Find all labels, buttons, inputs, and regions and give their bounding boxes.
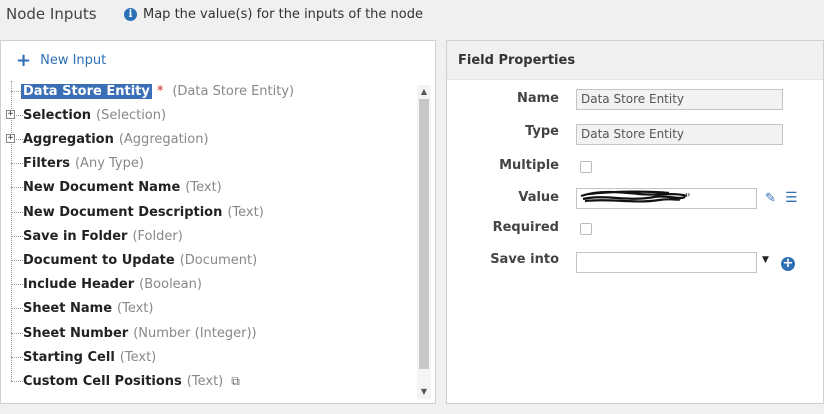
- tree-item-type: (Text): [119, 349, 157, 365]
- tree-item-name: Sheet Name: [23, 301, 113, 317]
- tree-item-name: New Document Description: [23, 204, 223, 220]
- save-into-label: Save into: [490, 252, 559, 267]
- required-checkbox[interactable]: [580, 223, 592, 235]
- tree-item-name: Document to Update: [23, 252, 175, 268]
- tree-item-type: (Selection): [96, 107, 167, 123]
- tree-item-name: Custom Cell Positions: [23, 373, 182, 389]
- tree-connector: [11, 356, 23, 358]
- tree-item-type: (Any Type): [74, 156, 144, 172]
- tree-item[interactable]: Custom Cell Positions (Text) ⧉: [1, 371, 240, 391]
- field-properties-header: Field Properties: [447, 41, 823, 80]
- tree-scrollbar[interactable]: ▲ ▼: [417, 85, 431, 399]
- multiple-checkbox[interactable]: [580, 161, 592, 173]
- expand-icon[interactable]: +: [6, 134, 15, 144]
- tree-item-type: (Text): [186, 373, 224, 389]
- tree-item-name: Filters: [23, 156, 70, 172]
- value-field[interactable]: ": [576, 188, 757, 209]
- scroll-thumb[interactable]: [419, 99, 429, 369]
- required-label: Required: [492, 220, 559, 235]
- tree-connector: [11, 163, 23, 165]
- tree-item-name: Save in Folder: [23, 228, 128, 244]
- tree-connector: [11, 308, 23, 310]
- tree-item-name: Data Store Entity: [21, 83, 152, 99]
- type-field: Data Store Entity: [576, 124, 783, 145]
- header: Node Inputs i Map the value(s) for the i…: [0, 0, 824, 34]
- field-properties-panel: Field Properties Name Data Store Entity …: [446, 40, 824, 404]
- tree-item-type: (Text): [117, 301, 154, 317]
- redaction-scribble: [580, 190, 688, 203]
- inputs-panel: + New Input Data Store Entity * (Data Stor…: [0, 40, 436, 404]
- header-info: i Map the value(s) for the inputs of the…: [124, 7, 423, 22]
- tree-connector: [11, 380, 23, 382]
- tree-item-type: (Boolean): [139, 277, 202, 293]
- add-circle-icon[interactable]: +: [781, 257, 795, 271]
- tree-item-name: New Document Name: [23, 180, 181, 196]
- field-properties-title: Field Properties: [458, 53, 576, 68]
- tree-connector: [11, 259, 23, 261]
- tree-connector: [11, 235, 23, 237]
- value-label: Value: [518, 190, 559, 205]
- tree-item-name: Include Header: [23, 277, 135, 293]
- name-label: Name: [516, 91, 559, 106]
- multiple-label: Multiple: [499, 158, 559, 173]
- scroll-down-icon[interactable]: ▼: [417, 385, 431, 399]
- tree-item-name: Aggregation: [23, 131, 114, 147]
- tree-item[interactable]: Sheet Number (Number (Integer)): [1, 323, 257, 343]
- expand-icon[interactable]: +: [6, 110, 15, 120]
- tree-item-type: (Number (Integer)): [133, 325, 257, 341]
- tree-item-type: (Data Store Entity): [172, 83, 295, 99]
- type-label: Type: [525, 124, 559, 139]
- scroll-up-icon[interactable]: ▲: [417, 85, 431, 99]
- tree-item-type: (Text): [185, 180, 222, 196]
- required-marker: *: [156, 83, 164, 99]
- tree-item[interactable]: Save in Folder (Folder): [1, 226, 183, 246]
- tree-item-type: (Document): [179, 252, 258, 268]
- list-icon[interactable]: ☰: [785, 190, 798, 206]
- tree-item-type: (Aggregation): [118, 131, 209, 147]
- tree-connector: [11, 332, 23, 334]
- value-trailing-text: ": [685, 191, 691, 205]
- chevron-down-icon[interactable]: ▼: [762, 255, 769, 265]
- tree-item[interactable]: New Document Name (Text): [1, 178, 222, 198]
- info-icon: i: [124, 8, 137, 21]
- tree-item-name: Sheet Number: [23, 325, 129, 341]
- tree-item-name: Starting Cell: [23, 349, 115, 365]
- tree-item[interactable]: Data Store Entity * (Data Store Entity): [1, 81, 294, 101]
- page-title: Node Inputs: [6, 5, 97, 23]
- tree-item[interactable]: Starting Cell (Text): [1, 347, 156, 367]
- tree-item[interactable]: Document to Update (Document): [1, 250, 257, 270]
- copy-icon[interactable]: ⧉: [231, 374, 240, 389]
- tree-item[interactable]: Include Header (Boolean): [1, 275, 202, 295]
- name-field: Data Store Entity: [576, 89, 783, 110]
- new-input-label: New Input: [40, 53, 107, 68]
- plus-icon: +: [16, 49, 32, 71]
- tree-item[interactable]: Filters (Any Type): [1, 154, 144, 174]
- tree-connector: [11, 284, 23, 286]
- tree-item[interactable]: New Document Description (Text): [1, 202, 264, 222]
- edit-icon[interactable]: ✎: [765, 191, 776, 206]
- tree-item-type: (Folder): [132, 228, 183, 244]
- new-input-button[interactable]: + New Input: [16, 49, 107, 71]
- tree-connector: [11, 187, 23, 189]
- tree-item-name: Selection: [23, 107, 92, 123]
- tree-item-type: (Text): [227, 204, 264, 220]
- save-into-select[interactable]: [576, 252, 757, 273]
- tree-item[interactable]: + Selection (Selection): [1, 105, 166, 125]
- info-text: Map the value(s) for the inputs of the n…: [143, 7, 423, 22]
- tree-connector: [11, 211, 23, 213]
- tree-item[interactable]: Sheet Name (Text): [1, 299, 153, 319]
- tree-item[interactable]: + Aggregation (Aggregation): [1, 129, 209, 149]
